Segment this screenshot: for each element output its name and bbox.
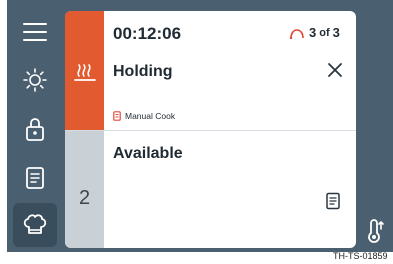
probe-count-of: of — [319, 26, 330, 39]
probe-icon — [289, 28, 304, 39]
hold-timer: 00:12:06 — [113, 24, 182, 43]
slot-1-status: Holding — [113, 63, 173, 80]
probe-count-total: 3 — [332, 25, 340, 40]
device-screen: 00:12:06 3 of 3 Holding Manual Cook 2 Av… — [7, 0, 393, 252]
slot-2[interactable]: 2 Available — [65, 130, 356, 248]
recipe-icon[interactable] — [325, 192, 341, 210]
menu-button[interactable] — [13, 10, 57, 54]
probe-count: 3 of 3 — [289, 25, 340, 40]
probe-count-value: 3 — [309, 25, 317, 40]
cook-button[interactable] — [13, 203, 57, 247]
recipe-small-icon — [113, 111, 121, 121]
chef-hat-icon — [23, 214, 47, 234]
reference-code: TH-TS-01859 — [333, 251, 388, 261]
cook-mode: Manual Cook — [113, 111, 175, 121]
cook-mode-label: Manual Cook — [125, 111, 176, 121]
slot-2-status: Available — [113, 145, 183, 162]
sidebar — [7, 0, 63, 252]
brightness-button[interactable] — [13, 58, 57, 102]
recipes-button[interactable] — [13, 156, 57, 200]
thermometer-icon[interactable] — [363, 219, 387, 245]
brightness-icon — [23, 68, 47, 92]
slot-card: 00:12:06 3 of 3 Holding Manual Cook 2 Av… — [65, 11, 356, 248]
slot-1[interactable]: 00:12:06 3 of 3 Holding Manual Cook — [65, 11, 356, 130]
lock-button[interactable] — [13, 107, 57, 151]
recipes-icon — [26, 167, 44, 189]
heating-icon — [74, 64, 96, 81]
menu-icon — [23, 23, 47, 41]
lock-icon — [26, 118, 44, 141]
close-icon[interactable] — [326, 61, 344, 79]
slot-number: 2 — [79, 187, 91, 209]
